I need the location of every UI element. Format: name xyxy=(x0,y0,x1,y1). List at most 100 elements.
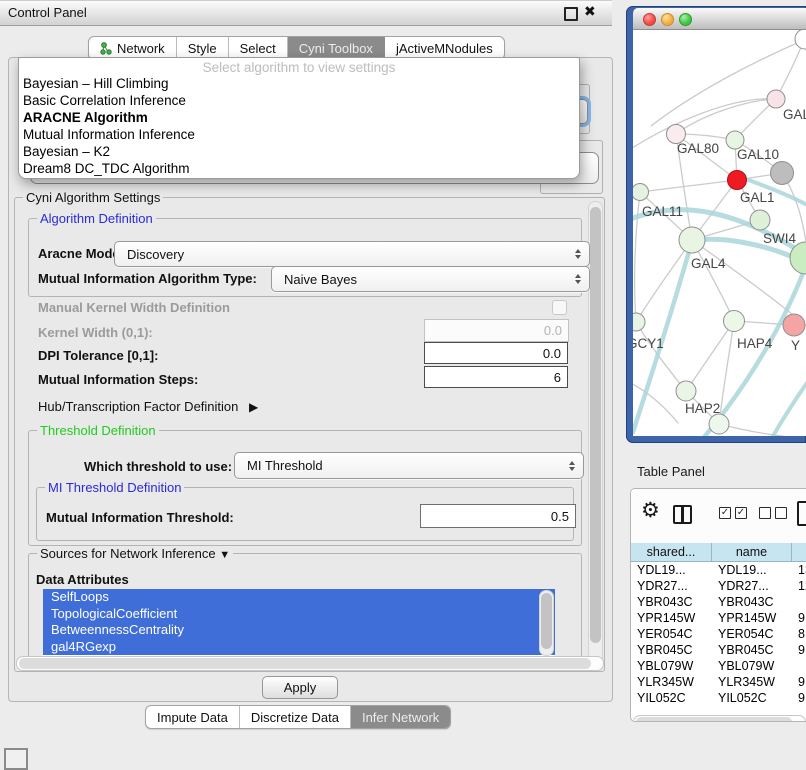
table-row[interactable]: YLR345WYLR345W9. xyxy=(631,674,806,690)
float-window-icon[interactable] xyxy=(564,7,578,21)
mi-algorithm-type-combo[interactable]: Naive Bayes xyxy=(271,266,590,292)
stepper-arrows-icon xyxy=(575,274,581,284)
network-node[interactable] xyxy=(767,90,785,108)
data-attribute-item[interactable]: SelfLoops xyxy=(43,589,555,606)
algorithm-popup-placeholder: Select algorithm to view settings xyxy=(19,60,579,75)
mi-steps-input[interactable]: 6 xyxy=(424,366,568,388)
network-node[interactable] xyxy=(709,414,729,434)
algorithm-option[interactable]: Mutual Information Inference xyxy=(19,126,579,143)
hub-tf-definition-expander[interactable]: Hub/Transcription Factor Definition ▶ xyxy=(38,399,258,414)
table-column-header[interactable]: name xyxy=(712,543,792,562)
close-icon[interactable]: ✖ xyxy=(584,3,596,20)
checked-checkbox-icon[interactable]: ✓ xyxy=(719,507,731,519)
unchecked-checkbox-icon[interactable] xyxy=(759,507,771,519)
aracne-mode-combo[interactable]: Discovery xyxy=(114,241,590,267)
apply-button[interactable]: Apply xyxy=(262,676,338,699)
network-edge xyxy=(773,380,806,436)
table-row[interactable]: YPR145WYPR145W9. xyxy=(631,610,806,626)
kernel-width-label: Kernel Width (0,1): xyxy=(38,325,153,340)
table-cell: YDL19... xyxy=(712,562,792,578)
kernel-width-input[interactable]: 0.0 xyxy=(424,319,569,342)
settings-hscroll-thumb[interactable] xyxy=(19,658,591,669)
which-threshold-combo[interactable]: MI Threshold xyxy=(234,452,584,479)
network-node[interactable] xyxy=(724,311,745,332)
node-label: GCY1 xyxy=(633,336,664,351)
zoom-traffic-light[interactable] xyxy=(679,13,692,26)
table-row[interactable]: YBR045CYBR045C9. xyxy=(631,642,806,658)
attributes-scroll-thumb[interactable] xyxy=(541,593,552,649)
network-node[interactable] xyxy=(783,314,805,336)
table-row[interactable]: YER054CYER054C8. xyxy=(631,626,806,642)
attributes-list-scrollbar[interactable] xyxy=(539,590,554,656)
table-cell: YER054C xyxy=(631,626,712,642)
algorithm-option[interactable]: Dream8 DC_TDC Algorithm xyxy=(19,160,579,177)
network-node[interactable] xyxy=(728,171,747,190)
network-icon xyxy=(100,42,112,55)
node-label: GAL1 xyxy=(740,190,775,205)
data-attribute-item[interactable]: gal4RGexp xyxy=(43,639,555,656)
network-edge xyxy=(635,192,640,322)
algorithm-option[interactable]: ARACNE Algorithm xyxy=(19,109,579,126)
network-node[interactable] xyxy=(795,30,806,49)
table-cell: YIL052C xyxy=(712,690,792,706)
table-cell xyxy=(792,658,806,674)
table-hscroll-thumb[interactable] xyxy=(636,717,792,722)
network-window-titlebar[interactable] xyxy=(633,8,806,30)
data-attribute-item[interactable]: BetweennessCentrality xyxy=(43,622,555,639)
data-attribute-item[interactable]: TopologicalCoefficient xyxy=(43,606,555,623)
mi-threshold-input[interactable]: 0.5 xyxy=(420,504,576,528)
tab-jactivemnodules[interactable]: jActiveMNodules xyxy=(385,37,504,59)
algorithm-option[interactable]: Basic Correlation Inference xyxy=(19,92,579,109)
algorithm-definition-title: Algorithm Definition xyxy=(37,211,156,226)
column-view-icon[interactable] xyxy=(673,505,692,524)
settings-horizontal-scrollbar[interactable] xyxy=(16,656,604,671)
table-row[interactable]: YIL052CYIL052C9 xyxy=(631,690,806,706)
tab-cyni-toolbox[interactable]: Cyni Toolbox xyxy=(288,37,385,59)
tab-discretize-data[interactable]: Discretize Data xyxy=(240,706,351,728)
table-cell: YBR045C xyxy=(712,642,792,658)
tab-infer-network-label: Infer Network xyxy=(362,710,439,725)
algorithm-option[interactable]: Bayesian – K2 xyxy=(19,143,579,160)
network-canvas[interactable]: GALGAL80GAL10GAL1GAL11SWI4GAL4GCY1HAP4YH… xyxy=(633,30,806,436)
table-cell: YLR345W xyxy=(631,674,712,690)
tab-network[interactable]: Network xyxy=(89,37,177,59)
checked-checkbox-icon[interactable]: ✓ xyxy=(735,507,747,519)
tab-infer-network[interactable]: Infer Network xyxy=(351,706,450,728)
table-cell: YDR27... xyxy=(631,578,712,594)
network-node[interactable] xyxy=(633,313,645,331)
network-edge xyxy=(692,240,734,321)
tab-select[interactable]: Select xyxy=(229,37,288,59)
aracne-mode-value: Discovery xyxy=(127,247,184,262)
manual-kernel-checkbox[interactable] xyxy=(552,300,567,315)
settings-vertical-scrollbar[interactable] xyxy=(588,201,603,667)
table-row[interactable]: YDR27...YDR27...12 xyxy=(631,578,806,594)
network-edge xyxy=(676,99,776,134)
document-icon[interactable] xyxy=(797,501,806,526)
network-node[interactable] xyxy=(676,381,696,401)
table-toolbar: ⚙ ✓ ✓ xyxy=(631,489,806,543)
minimize-traffic-light[interactable] xyxy=(661,13,674,26)
network-node[interactable] xyxy=(771,162,794,185)
table-row[interactable]: YBR043CYBR043C xyxy=(631,594,806,610)
table-horizontal-scrollbar[interactable] xyxy=(633,715,806,722)
dpi-tolerance-input[interactable]: 0.0 xyxy=(424,342,568,364)
algorithm-option[interactable]: Bayesian – Hill Climbing xyxy=(19,75,579,92)
window-grip[interactable] xyxy=(4,748,28,770)
table-column-header[interactable] xyxy=(792,543,806,562)
network-node[interactable] xyxy=(679,227,705,253)
table-row[interactable]: YDL19...YDL19...13 xyxy=(631,562,806,578)
close-traffic-light[interactable] xyxy=(643,13,656,26)
tab-select-label: Select xyxy=(240,41,276,56)
node-label: GAL xyxy=(783,107,806,122)
table-row[interactable]: YBL079WYBL079W xyxy=(631,658,806,674)
table-column-header[interactable]: shared... xyxy=(631,543,712,562)
unchecked-checkbox-icon[interactable] xyxy=(775,507,787,519)
gear-icon[interactable]: ⚙ xyxy=(641,498,660,523)
tab-style[interactable]: Style xyxy=(177,37,229,59)
network-node[interactable] xyxy=(633,184,649,201)
settings-vscroll-thumb[interactable] xyxy=(590,207,601,643)
expander-right-arrow-icon[interactable]: ▶ xyxy=(249,400,258,414)
network-node[interactable] xyxy=(750,210,770,230)
expander-down-arrow-icon[interactable]: ▼ xyxy=(219,549,230,561)
tab-impute-data[interactable]: Impute Data xyxy=(146,706,240,728)
